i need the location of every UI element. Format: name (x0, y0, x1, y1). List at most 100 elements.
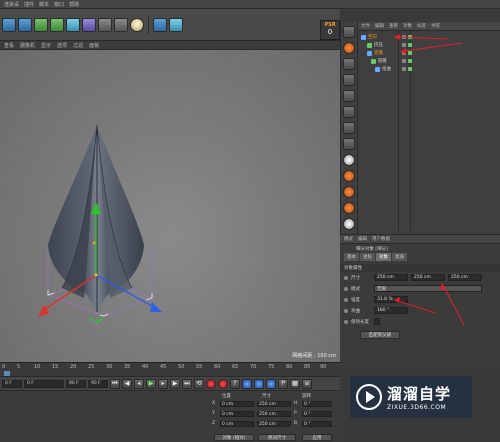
keyframe-dot[interactable] (344, 308, 348, 313)
viewport-menu-panel[interactable]: 面板 (89, 42, 99, 49)
pos-y-field[interactable]: 0 cm (220, 411, 254, 417)
pos-x-field[interactable]: 0 cm (220, 401, 254, 407)
size-z-field[interactable]: 250 cm (257, 421, 291, 427)
frame-slider[interactable]: 0 F (24, 379, 64, 388)
viewport-menu-filter[interactable]: 过滤 (73, 42, 83, 49)
viewport-menu-camera[interactable]: 摄像机 (20, 42, 35, 49)
keyframe-selection-icon[interactable]: ? (230, 378, 240, 389)
viewport-menu-view[interactable]: 查看 (4, 42, 14, 49)
axis-label: Z (212, 421, 216, 426)
array-icon[interactable] (66, 17, 80, 32)
tab-falloff[interactable]: 衰减 (392, 253, 407, 261)
cube-icon[interactable] (2, 17, 16, 32)
points-mode-icon[interactable] (343, 58, 355, 70)
rot-h-field[interactable]: 0 ° (302, 401, 332, 407)
mode-dropdown[interactable]: 无限 (374, 285, 482, 292)
attr-menu-userdata[interactable]: 用户数据 (372, 236, 390, 242)
size-y-field[interactable]: 250 cm (411, 274, 445, 281)
snap-icon[interactable] (343, 170, 355, 182)
polygons-mode-icon[interactable] (343, 90, 355, 102)
menu-plugins[interactable]: 插件 (24, 1, 34, 8)
prev-frame-icon[interactable]: ◂ (134, 378, 144, 389)
rotate-key-icon[interactable] (266, 378, 276, 389)
coordinate-mode-dropdown[interactable]: 对象 (相对) (214, 434, 254, 441)
spline-icon[interactable] (34, 17, 48, 32)
go-end-icon[interactable]: ⏭ (182, 378, 192, 389)
viewport[interactable]: 网格间距 : 100 cm (0, 50, 340, 362)
keyframe-dot[interactable] (344, 297, 348, 302)
obj-menu-bookmark[interactable]: 书签 (431, 23, 440, 29)
tag-icon[interactable] (169, 17, 183, 32)
tick-label: 75 (268, 364, 275, 370)
keep-length-checkbox[interactable] (374, 318, 380, 325)
tick-label: 5 (17, 364, 21, 370)
strength-field[interactable]: 31.8 % (374, 296, 408, 303)
axis-mode-icon[interactable] (343, 106, 355, 118)
obj-menu-edit[interactable]: 编辑 (375, 23, 384, 29)
tick-label: 50 (178, 364, 185, 370)
pos-z-field[interactable]: 0 cm (220, 421, 254, 427)
menu-script[interactable]: 脚本 (39, 1, 49, 8)
texture-icon[interactable] (343, 154, 355, 166)
point-level-icon[interactable]: ▦ (290, 378, 300, 389)
play-icon[interactable]: ▶ (146, 378, 156, 389)
camera-icon[interactable] (114, 17, 128, 32)
menu-render[interactable]: 渲染设 (4, 1, 19, 8)
next-key-icon[interactable]: ▶ (170, 378, 180, 389)
prev-key-icon[interactable]: ◀ (122, 378, 132, 389)
edges-mode-icon[interactable] (343, 74, 355, 86)
light-icon[interactable] (130, 17, 144, 32)
keyframe-dot[interactable] (344, 275, 348, 280)
grid-icon[interactable] (98, 17, 112, 32)
sky-icon[interactable] (153, 17, 167, 32)
timeline[interactable]: 0 5 10 15 20 25 30 35 40 45 50 55 60 65 … (0, 362, 340, 376)
loop-icon[interactable]: ⟲ (194, 378, 204, 389)
apply-button[interactable]: 应用 (302, 434, 332, 441)
size-z-field[interactable]: 250 cm (448, 274, 482, 281)
scale-key-icon[interactable] (254, 378, 264, 389)
lock-icon[interactable] (343, 202, 355, 214)
size-mode-dropdown[interactable]: 绝对尺寸 (258, 434, 296, 441)
obj-menu-file[interactable]: 文件 (361, 23, 370, 29)
workplane-icon[interactable] (343, 186, 355, 198)
attr-menu-mode[interactable]: 模式 (344, 236, 353, 242)
size-x-field[interactable]: 250 cm (257, 401, 291, 407)
go-start-icon[interactable]: ⏮ (110, 378, 120, 389)
solo-icon[interactable] (343, 218, 355, 230)
keyframe-dot[interactable] (344, 286, 348, 291)
keyframe-dot[interactable] (344, 319, 348, 324)
end-frame-field-2[interactable]: 90 F (88, 379, 108, 388)
size-y-field[interactable]: 250 cm (257, 411, 291, 417)
auto-key-icon[interactable] (218, 378, 228, 389)
attr-menu-edit[interactable]: 编辑 (358, 236, 367, 242)
rot-p-field[interactable]: 0 ° (302, 411, 332, 417)
uv-icon[interactable] (343, 138, 355, 150)
obj-menu-object[interactable]: 对象 (403, 23, 412, 29)
angle-field[interactable]: 180 ° (374, 307, 408, 314)
fit-to-parent-button[interactable]: 匹配到父级 (360, 331, 400, 339)
size-x-field[interactable]: 250 cm (374, 274, 408, 281)
obj-menu-view[interactable]: 查看 (389, 23, 398, 29)
tab-object[interactable]: 对象 (376, 253, 391, 261)
menu-window[interactable]: 窗口 (54, 1, 64, 8)
paint-icon[interactable] (343, 122, 355, 134)
tab-basic[interactable]: 基本 (344, 253, 359, 261)
pen-icon[interactable] (18, 17, 32, 32)
viewport-menu-display[interactable]: 显示 (41, 42, 51, 49)
viewport-menu-options[interactable]: 选项 (57, 42, 67, 49)
end-frame-field[interactable]: 90 F (66, 379, 86, 388)
next-frame-icon[interactable]: ▸ (158, 378, 168, 389)
start-frame-field[interactable]: 0 F (2, 379, 22, 388)
obj-menu-tag[interactable]: 标签 (417, 23, 426, 29)
deformer-icon[interactable] (82, 17, 96, 32)
timeline-menu-icon[interactable]: ≡ (302, 378, 312, 389)
tab-coord[interactable]: 坐标 (360, 253, 375, 261)
model-mode-icon[interactable] (343, 26, 355, 38)
record-icon[interactable] (206, 378, 216, 389)
move-key-icon[interactable] (242, 378, 252, 389)
rot-b-field[interactable]: 0 ° (302, 421, 332, 427)
menu-help[interactable]: 帮助 (69, 1, 79, 8)
object-mode-icon[interactable] (343, 42, 355, 54)
subdivide-icon[interactable] (50, 17, 64, 32)
param-key-icon[interactable]: P (278, 378, 288, 389)
